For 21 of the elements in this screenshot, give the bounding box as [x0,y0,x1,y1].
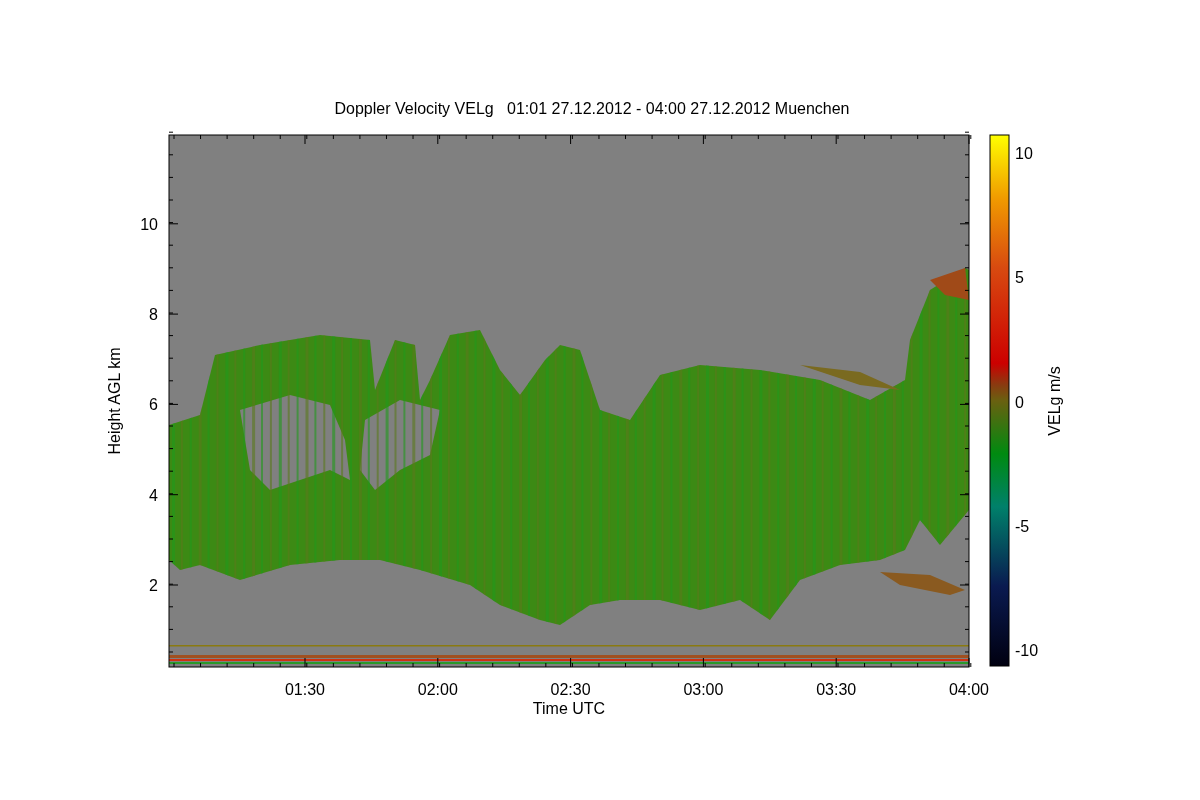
echo-patch [930,268,969,300]
x-tick-label: 03:30 [816,681,857,698]
y-tick-label: 4 [149,486,158,504]
y-axis-label: Height AGL km [106,347,123,455]
colorbar-tick-label: 5 [1015,269,1024,287]
x-tick-label: 04:00 [949,681,989,698]
y-tick-label: 6 [149,396,158,414]
y-tick-label: 2 [149,577,158,594]
y-tick-label: 10 [140,215,158,233]
x-tick-label: 02:00 [417,681,458,698]
chart-title: Doppler Velocity VELg 01:01 27.12.2012 - 04:00 27.12.2012 Muenchen [334,100,850,117]
x-tick-label: 01:30 [285,681,325,698]
colorbar-tick-label: 0 [1015,393,1024,411]
colorbar-tick-label: -5 [1015,517,1030,535]
x-tick-label: 02:30 [550,681,591,698]
x-tick-label: 03:00 [683,681,724,698]
colorbar-tick-label: 10 [1015,145,1033,162]
y-tick-label: 8 [149,306,158,324]
colorbar-tick-label: -10 [1015,642,1039,659]
colorbar-label: VELg m/s [1046,366,1063,436]
x-axis-label: Time UTC [532,700,606,717]
